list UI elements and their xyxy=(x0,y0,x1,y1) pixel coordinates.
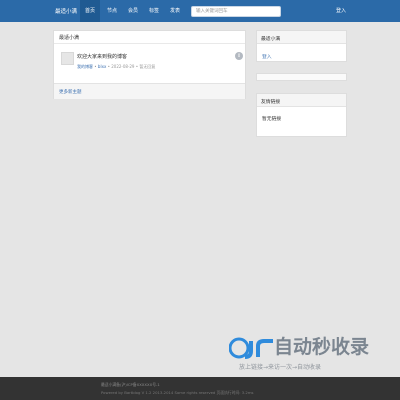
reply-count-badge: 0 xyxy=(235,52,243,60)
nav-item-home[interactable]: 首页 xyxy=(80,0,101,22)
search-input[interactable]: 输入关键词回车 xyxy=(191,6,281,17)
topic-date: 2022-08-29 xyxy=(111,64,135,69)
panel-title: 最适小满 xyxy=(59,35,80,41)
topic-meta: 我的博客 • blxx • 2022-08-29 • 暂无回复 xyxy=(77,64,155,70)
sidebar-box-site: 最适小满 登入 xyxy=(256,30,347,62)
page-footer: 最适小满备(沪)ICP备XXXXXX号-1 Powered by Bartblo… xyxy=(0,377,400,400)
nav-item-tags[interactable]: 标签 xyxy=(144,0,164,22)
top-navbar: 最适小满 首页 节点 会员 标签 发表 输入关键词回车 登入 xyxy=(0,0,400,22)
sidebar-box-text: 暂无链接 xyxy=(262,117,282,122)
sidebar-box-title: 最适小满 xyxy=(261,37,281,42)
footer-icp-text: 最适小满备(沪)ICP备XXXXXX号-1 xyxy=(101,382,160,387)
sidebar-box-friend-links: 友情链接 暂无链接 xyxy=(256,93,347,137)
meta-separator: • xyxy=(107,64,110,69)
main-panel: 最适小满 欢迎大家来到我的博客 我的博客 • blxx • 2022-08-29… xyxy=(53,30,246,99)
sidebar-box-title: 友情链接 xyxy=(261,100,281,105)
topic-node-link[interactable]: blxx xyxy=(98,64,106,69)
sidebar-box-header: 友情链接 xyxy=(257,94,346,107)
meta-separator: • xyxy=(94,64,97,69)
watermark: 自动秒收录 放上链接→来访一次→自动收录 xyxy=(229,329,382,376)
site-brand[interactable]: 最适小满 xyxy=(55,7,77,15)
panel-footer: 更多新主题 xyxy=(54,83,245,99)
footer-powered-text: Powered by Bartblog V 1.2 2013-2014 Some… xyxy=(101,390,254,395)
avatar[interactable] xyxy=(61,52,74,65)
more-topics-link[interactable]: 更多新主题 xyxy=(59,89,82,95)
watermark-subtitle: 放上链接→来访一次→自动收录 xyxy=(239,364,322,371)
watermark-title: 自动秒收录 xyxy=(274,336,370,358)
nav-item-members[interactable]: 会员 xyxy=(123,0,143,22)
divider xyxy=(54,43,245,44)
meta-separator: • xyxy=(135,64,139,69)
nav-item-post[interactable]: 发表 xyxy=(165,0,185,22)
topic-title-link[interactable]: 欢迎大家来到我的博客 xyxy=(77,53,127,60)
watermark-logo-icon xyxy=(229,337,273,359)
nav-item-nodes[interactable]: 节点 xyxy=(102,0,122,22)
topic-reply-status: 暂无回复 xyxy=(139,64,156,69)
topic-author-link[interactable]: 我的博客 xyxy=(77,64,93,69)
sidebar-box-header: 最适小满 xyxy=(257,31,346,44)
sidebar-box-empty xyxy=(256,73,347,81)
sidebar-login-link[interactable]: 登入 xyxy=(262,53,272,60)
login-link[interactable]: 登入 xyxy=(336,7,346,14)
